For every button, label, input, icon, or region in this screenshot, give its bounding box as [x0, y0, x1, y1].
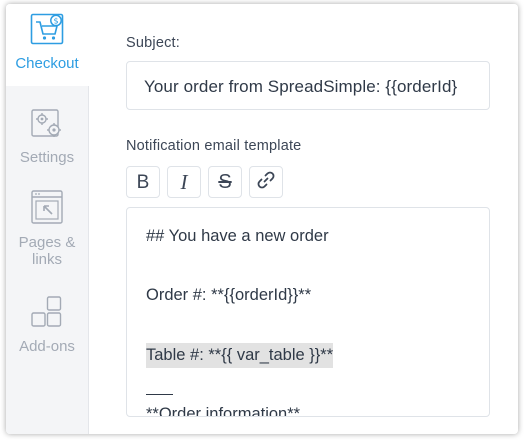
add-ons-icon [6, 296, 88, 333]
sidebar-item-label: Settings [19, 149, 75, 166]
cart-dollar-icon: $ [6, 13, 88, 50]
gears-icon [6, 109, 88, 144]
svg-text:$: $ [53, 17, 58, 26]
editor-horizontal-rule [146, 394, 173, 395]
bold-icon: B [136, 171, 150, 193]
sidebar-item-add-ons[interactable]: Add-ons [6, 296, 88, 355]
page-link-icon [6, 190, 88, 231]
sidebar-item-label: Add-ons [19, 338, 75, 355]
link-button[interactable] [249, 166, 283, 198]
editor-line-order: Order #: **{{orderId}}** [146, 286, 312, 304]
sidebar-item-checkout[interactable]: $ Checkout [6, 13, 88, 72]
strikethrough-button[interactable]: S [208, 166, 242, 198]
email-template-editor[interactable]: ## You have a new order Order #: **{{ord… [126, 207, 490, 417]
sidebar-item-label-line2: links [31, 251, 62, 268]
sidebar: $ Checkout Settings Pages & links Add-on… [6, 4, 89, 434]
italic-button[interactable]: I [167, 166, 201, 198]
bold-button[interactable]: B [126, 166, 160, 198]
subject-label: Subject: [126, 35, 180, 51]
editor-line-order-info: **Order information** [146, 405, 301, 417]
sidebar-item-label-line1: Pages & [18, 234, 76, 251]
sidebar-item-settings[interactable]: Settings [6, 109, 88, 166]
main-panel: Subject: Your order from SpreadSimple: {… [89, 4, 518, 434]
strikethrough-icon: S [218, 171, 232, 193]
italic-icon: I [180, 169, 188, 194]
subject-input[interactable]: Your order from SpreadSimple: {{orderId} [126, 61, 490, 110]
editor-line-table-highlighted: Table #: **{{ var_table }}** [146, 343, 334, 368]
template-label: Notification email template [126, 138, 302, 154]
checkout-settings-window: $ Checkout Settings Pages & links Add-on… [6, 4, 518, 434]
link-icon [257, 171, 275, 194]
sidebar-item-label: Checkout [15, 55, 79, 72]
sidebar-item-pages-links[interactable]: Pages & links [6, 190, 88, 268]
editor-line-heading: ## You have a new order [146, 227, 329, 245]
